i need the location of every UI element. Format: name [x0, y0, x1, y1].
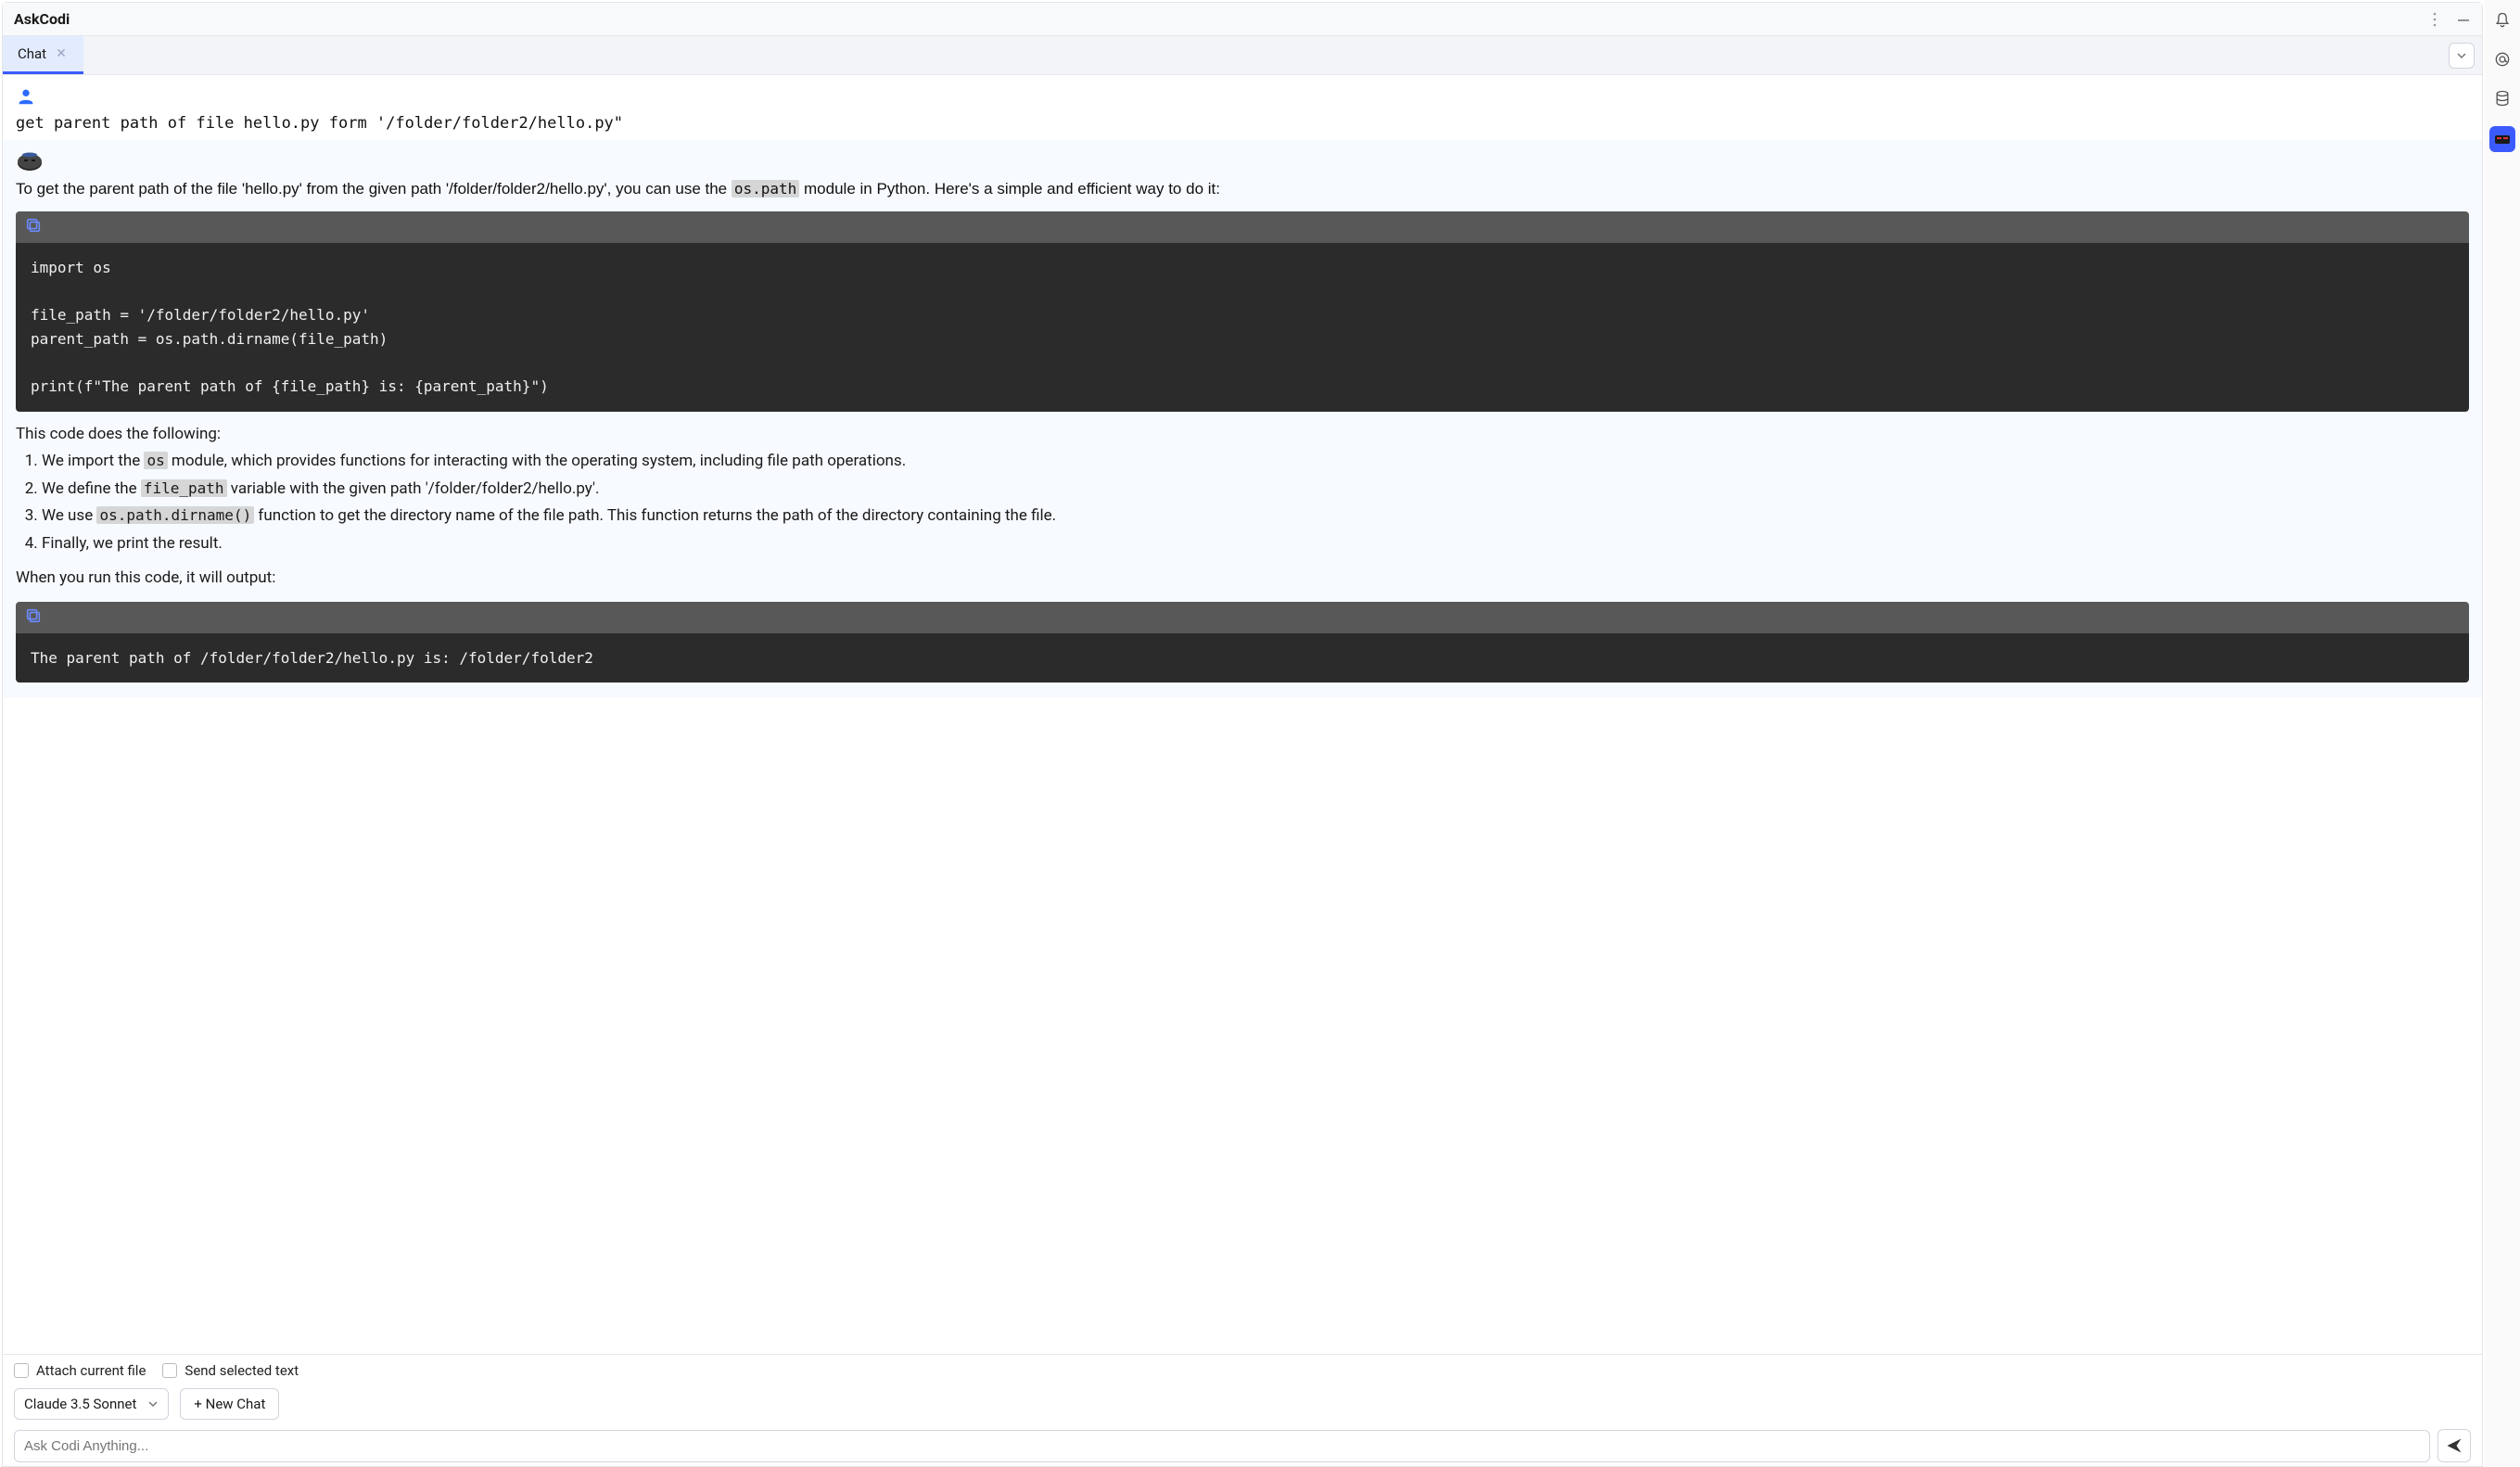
at-icon[interactable] — [2491, 48, 2514, 70]
inline-code: file_path — [141, 479, 227, 497]
chat-scroll[interactable]: get parent path of file hello.py form '/… — [3, 75, 2482, 1354]
main-panel: AskCodi Chat ✕ — [2, 2, 2483, 1467]
send-selected-input[interactable] — [162, 1363, 177, 1378]
text-span: To get the parent path of the file 'hell… — [16, 180, 732, 198]
text-span: We import the — [42, 452, 144, 470]
tab-chat[interactable]: Chat ✕ — [3, 36, 83, 74]
text-span: variable with the given path '/folder/fo… — [227, 479, 600, 498]
bot-avatar-icon — [16, 151, 44, 172]
text-span: module in Python. Here's a simple and ef… — [799, 180, 1220, 198]
list-item: Finally, we print the result. — [42, 532, 2469, 556]
inline-code: os — [144, 452, 167, 469]
bell-icon[interactable] — [2491, 9, 2514, 32]
text-span: We use — [42, 506, 96, 525]
explain-intro: This code does the following: — [16, 423, 2469, 447]
kebab-menu-icon[interactable] — [2428, 12, 2441, 27]
bot-intro-text: To get the parent path of the file 'hell… — [16, 177, 2469, 201]
checkbox-label: Send selected text — [185, 1362, 299, 1379]
model-select-label: Claude 3.5 Sonnet — [24, 1396, 136, 1412]
chevron-down-icon — [147, 1398, 159, 1410]
user-message-text: get parent path of file hello.py form '/… — [16, 112, 2469, 136]
tab-close-icon[interactable]: ✕ — [54, 46, 69, 61]
text-span: Finally, we print the result. — [42, 534, 223, 553]
code-block-2: The parent path of /folder/folder2/hello… — [16, 602, 2469, 683]
app-title: AskCodi — [14, 10, 70, 28]
send-selected-checkbox[interactable]: Send selected text — [162, 1362, 299, 1379]
send-button[interactable] — [2437, 1429, 2471, 1462]
code-content: import os file_path = '/folder/folder2/h… — [16, 243, 2469, 412]
copy-code-icon[interactable] — [25, 607, 42, 624]
minimize-icon[interactable] — [2456, 12, 2471, 27]
tabs-row: Chat ✕ — [3, 36, 2482, 75]
code-content: The parent path of /folder/folder2/hello… — [16, 633, 2469, 683]
tabs-dropdown-button[interactable] — [2449, 43, 2475, 69]
code-block-1: import os file_path = '/folder/folder2/h… — [16, 211, 2469, 412]
inline-code: os.path.dirname() — [96, 506, 254, 524]
inline-code: os.path — [732, 180, 799, 198]
tab-label: Chat — [18, 45, 46, 62]
bot-message: To get the parent path of the file 'hell… — [3, 140, 2482, 698]
text-span: module, which provides functions for int… — [168, 452, 906, 470]
askcodi-active-icon[interactable] — [2489, 126, 2515, 152]
database-icon[interactable] — [2491, 87, 2514, 109]
chat-input[interactable] — [14, 1430, 2430, 1462]
list-item: We import the os module, which provides … — [42, 450, 2469, 474]
text-span: function to get the directory name of th… — [254, 506, 1056, 525]
text-span: We define the — [42, 479, 141, 498]
copy-code-icon[interactable] — [25, 217, 42, 234]
new-chat-button[interactable]: + New Chat — [180, 1388, 279, 1420]
outro-text: When you run this code, it will output: — [16, 567, 2469, 591]
list-item: We define the file_path variable with th… — [42, 478, 2469, 502]
right-rail — [2485, 0, 2520, 1467]
user-message: get parent path of file hello.py form '/… — [3, 75, 2482, 140]
steps-list: We import the os module, which provides … — [16, 450, 2469, 555]
checkbox-label: Attach current file — [36, 1362, 146, 1379]
user-avatar-icon — [16, 86, 2469, 107]
list-item: We use os.path.dirname() function to get… — [42, 504, 2469, 529]
attach-file-input[interactable] — [14, 1363, 29, 1378]
bottom-bar: Attach current file Send selected text C… — [3, 1354, 2482, 1466]
model-select[interactable]: Claude 3.5 Sonnet — [14, 1388, 169, 1420]
attach-file-checkbox[interactable]: Attach current file — [14, 1362, 146, 1379]
header-bar: AskCodi — [3, 3, 2482, 36]
send-icon — [2445, 1436, 2463, 1455]
